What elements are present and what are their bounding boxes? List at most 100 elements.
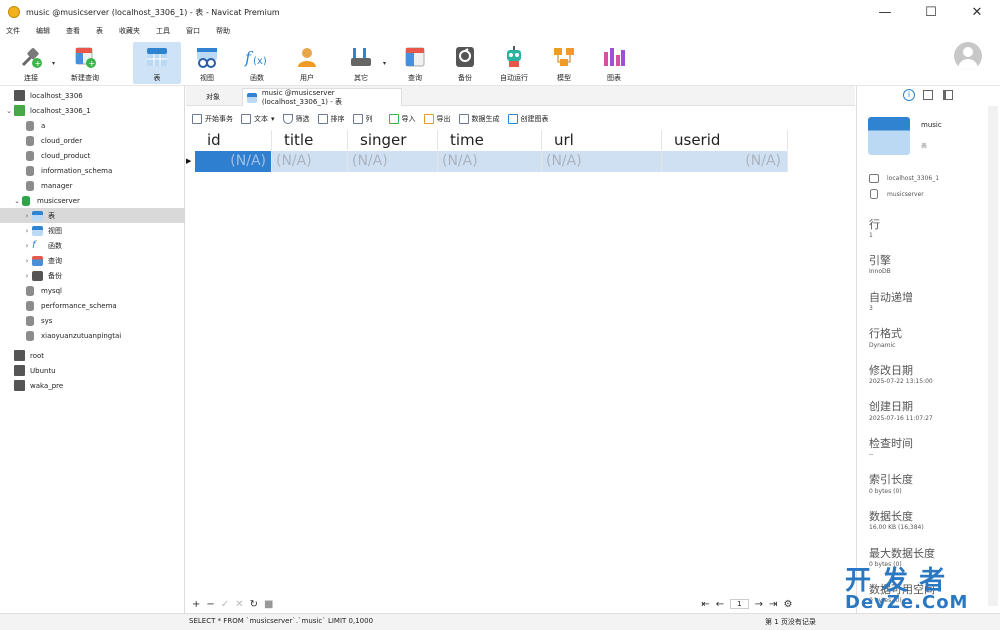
menu-help[interactable]: 帮助 bbox=[216, 26, 230, 36]
tree-item-db-musicserver[interactable]: ⌄ musicserver bbox=[0, 193, 185, 208]
info-icon[interactable]: i bbox=[903, 89, 915, 101]
tree-item-localhost-3306-1[interactable]: ⌄ localhost_3306_1 bbox=[0, 103, 185, 118]
cell-time[interactable]: (N/A) bbox=[438, 151, 542, 172]
columns-button[interactable]: 列 bbox=[352, 114, 373, 124]
add-record-button[interactable]: + bbox=[192, 599, 200, 610]
menu-favorites[interactable]: 收藏夹 bbox=[119, 26, 140, 36]
text-dropdown-icon: ▾ bbox=[271, 115, 275, 123]
last-page-button[interactable]: ⇥ bbox=[769, 599, 777, 610]
user-avatar[interactable] bbox=[954, 42, 982, 70]
prev-page-button[interactable]: ← bbox=[716, 599, 724, 610]
stop-button[interactable]: ■ bbox=[264, 599, 273, 610]
user-button[interactable]: 用户 bbox=[284, 42, 330, 84]
first-page-button[interactable]: ⇤ bbox=[701, 599, 709, 610]
tab-music-table[interactable]: music @musicserver (localhost_3306_1) - … bbox=[242, 88, 402, 106]
tree-item-db-sys[interactable]: sys bbox=[0, 313, 185, 328]
expand-arrow-icon[interactable]: › bbox=[22, 257, 32, 265]
page-number-input[interactable]: 1 bbox=[730, 599, 749, 609]
expand-arrow-icon[interactable]: › bbox=[22, 227, 32, 235]
create-chart-button[interactable]: 创建图表 bbox=[507, 114, 549, 124]
view-icon bbox=[194, 44, 220, 70]
backup-button[interactable]: 备份 bbox=[442, 42, 488, 84]
table-button[interactable]: 表 bbox=[133, 42, 181, 84]
next-page-button[interactable]: → bbox=[755, 599, 763, 610]
export-button[interactable]: 导出 bbox=[423, 114, 451, 124]
menu-edit[interactable]: 编辑 bbox=[36, 26, 50, 36]
connection-icon bbox=[14, 365, 25, 376]
column-header-singer[interactable]: singer bbox=[348, 130, 438, 150]
cell-userid[interactable]: (N/A) bbox=[662, 151, 788, 172]
column-header-userid[interactable]: userid bbox=[662, 130, 788, 150]
other-button[interactable]: 其它 bbox=[338, 42, 384, 84]
tree-item-db-xiaoyuanzutuanpingtai[interactable]: xiaoyuanzutuanpingtai bbox=[0, 328, 185, 343]
chart-button[interactable]: 图表 bbox=[591, 42, 637, 84]
begin-transaction-button[interactable]: 开始事务 bbox=[192, 114, 233, 124]
expand-arrow-icon[interactable]: › bbox=[22, 212, 32, 220]
expand-arrow-icon[interactable]: › bbox=[22, 242, 32, 250]
filter-button[interactable]: 筛选 bbox=[282, 114, 310, 124]
tree-item-db-performance-schema[interactable]: performance_schema bbox=[0, 298, 185, 313]
created-date-label: 创建日期 bbox=[869, 400, 913, 413]
ddl-icon[interactable] bbox=[923, 90, 933, 100]
menu-window[interactable]: 窗口 bbox=[186, 26, 200, 36]
maximize-button[interactable]: ☐ bbox=[908, 0, 954, 24]
menu-view[interactable]: 查看 bbox=[66, 26, 80, 36]
refresh-button[interactable]: ↻ bbox=[250, 599, 258, 610]
view-button[interactable]: 视图 bbox=[184, 42, 230, 84]
query-button[interactable]: 查询 bbox=[392, 42, 438, 84]
column-header-title[interactable]: title bbox=[272, 130, 348, 150]
info-panel-scrollbar[interactable] bbox=[988, 106, 998, 606]
apply-changes-button[interactable]: ✓ bbox=[221, 599, 229, 610]
tree-item-tables[interactable]: › 表 bbox=[0, 208, 185, 223]
settings-gear-icon[interactable]: ⚙ bbox=[783, 599, 792, 610]
cell-url[interactable]: (N/A) bbox=[542, 151, 662, 172]
other-dropdown-icon[interactable]: ▾ bbox=[383, 60, 386, 67]
menu-file[interactable]: 文件 bbox=[6, 26, 20, 36]
sort-button[interactable]: 排序 bbox=[317, 114, 345, 124]
text-button[interactable]: 文本 ▾ bbox=[241, 114, 275, 124]
column-header-url[interactable]: url bbox=[542, 130, 662, 150]
cell-singer[interactable]: (N/A) bbox=[348, 151, 438, 172]
discard-changes-button[interactable]: ✕ bbox=[235, 599, 243, 610]
automation-button[interactable]: 自动运行 bbox=[491, 42, 537, 84]
auto-increment-value: 3 bbox=[869, 305, 873, 312]
tree-item-root[interactable]: root bbox=[0, 348, 185, 363]
table-row[interactable]: (N/A) (N/A) (N/A) (N/A) (N/A) (N/A) bbox=[195, 151, 788, 172]
column-header-id[interactable]: id bbox=[195, 130, 272, 150]
tree-item-db-cloud-product[interactable]: cloud_product bbox=[0, 148, 185, 163]
data-generation-button[interactable]: 数据生成 bbox=[458, 114, 500, 124]
query-label: 查询 bbox=[408, 74, 422, 82]
function-button[interactable]: f (x) 函数 bbox=[234, 42, 280, 84]
close-button[interactable]: ✕ bbox=[954, 0, 1000, 24]
delete-record-button[interactable]: − bbox=[206, 599, 214, 610]
tree-item-db-mysql[interactable]: mysql bbox=[0, 283, 185, 298]
column-header-time[interactable]: time bbox=[438, 130, 542, 150]
menu-table[interactable]: 表 bbox=[96, 26, 103, 36]
tree-item-views[interactable]: › 视图 bbox=[0, 223, 185, 238]
layout-icon[interactable] bbox=[943, 90, 953, 100]
expand-arrow-icon[interactable]: › bbox=[22, 272, 32, 280]
tree-item-db-information-schema[interactable]: information_schema bbox=[0, 163, 185, 178]
cell-id[interactable]: (N/A) bbox=[195, 151, 272, 172]
connect-button[interactable]: + 连接 bbox=[8, 42, 54, 84]
new-query-button[interactable]: + 新建查询 bbox=[62, 42, 108, 84]
menu-tools[interactable]: 工具 bbox=[156, 26, 170, 36]
tree-item-db-cloud-order[interactable]: cloud_order bbox=[0, 133, 185, 148]
connect-dropdown-icon[interactable]: ▾ bbox=[52, 60, 55, 67]
user-icon bbox=[294, 44, 320, 70]
tree-item-db-manager[interactable]: manager bbox=[0, 178, 185, 193]
tree-item-db-a[interactable]: a bbox=[0, 118, 185, 133]
expand-arrow-icon[interactable]: ⌄ bbox=[4, 107, 14, 115]
expand-arrow-icon[interactable]: ⌄ bbox=[12, 197, 22, 205]
tree-item-ubuntu[interactable]: Ubuntu bbox=[0, 363, 185, 378]
minimize-button[interactable]: — bbox=[862, 0, 908, 24]
tree-item-waka-pre[interactable]: waka_pre bbox=[0, 378, 185, 393]
tree-item-queries[interactable]: › 查询 bbox=[0, 253, 185, 268]
tree-item-backups[interactable]: › 备份 bbox=[0, 268, 185, 283]
cell-title[interactable]: (N/A) bbox=[272, 151, 348, 172]
tree-item-functions[interactable]: › f 函数 bbox=[0, 238, 185, 253]
tree-item-localhost-3306[interactable]: localhost_3306 bbox=[0, 88, 185, 103]
import-button[interactable]: 导入 bbox=[388, 114, 416, 124]
tab-objects[interactable]: 对象 bbox=[206, 88, 246, 106]
model-button[interactable]: 模型 bbox=[541, 42, 587, 84]
